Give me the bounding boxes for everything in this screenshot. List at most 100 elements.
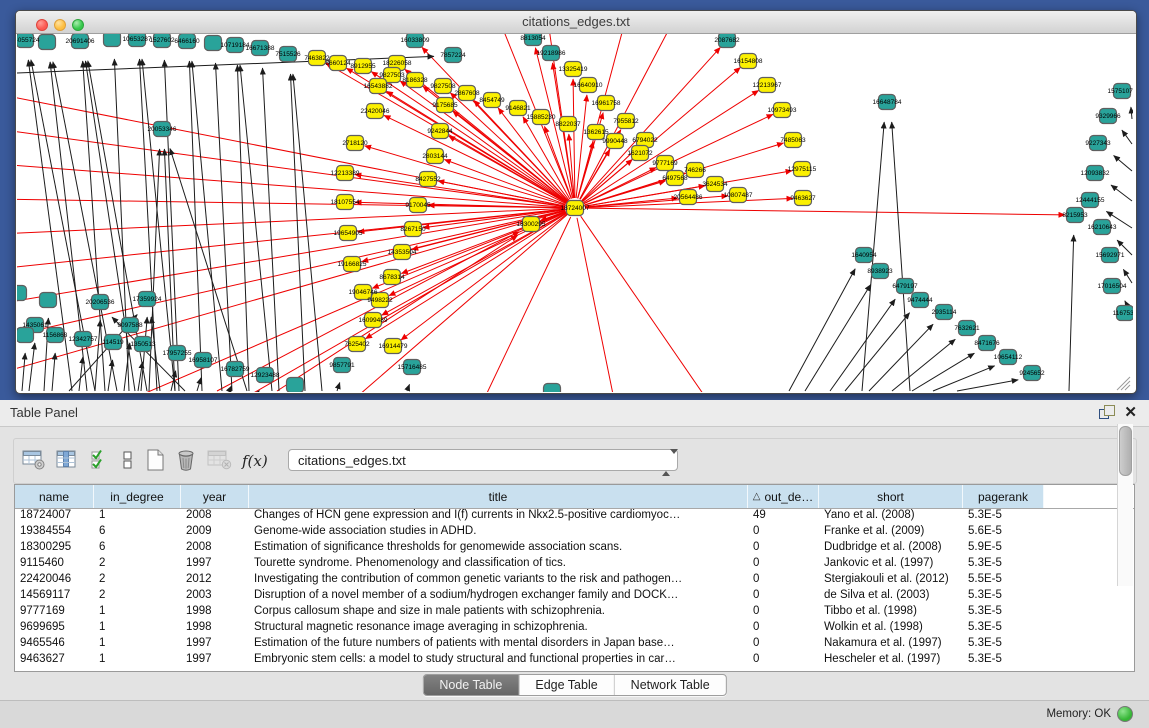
graph-node[interactable] xyxy=(17,328,34,343)
graph-node-label: 6466160 xyxy=(174,38,200,45)
table-row[interactable]: 946362711997Embryonic stem cells: a mode… xyxy=(15,652,1134,668)
new-file-icon[interactable] xyxy=(144,449,168,478)
cell-short: de Silva et al. (2003) xyxy=(819,588,963,604)
column-header-out_de[interactable]: △ out_de… xyxy=(748,485,819,508)
column-header-name[interactable]: name xyxy=(15,485,94,508)
graph-node-label: 16543882 xyxy=(364,83,393,90)
cell-year: 1997 xyxy=(181,556,249,572)
cell-pagerank: 5.5E-5 xyxy=(963,572,1044,588)
memory-status[interactable]: Memory: OK xyxy=(1046,706,1133,722)
table-select-dropdown[interactable]: citations_edges.txt xyxy=(288,449,678,471)
window-titlebar[interactable]: citations_edges.txt xyxy=(16,11,1136,34)
scrollbar-thumb[interactable] xyxy=(1119,426,1132,476)
dropdown-arrows-icon xyxy=(662,454,671,468)
table-options-icon[interactable] xyxy=(22,449,46,476)
graph-node[interactable] xyxy=(205,36,222,51)
graph-node[interactable] xyxy=(40,293,57,308)
cell-year: 1997 xyxy=(181,652,249,668)
network-window: citations_edges.txt 24055724206914061065… xyxy=(15,10,1137,394)
cell-out_degree: 0 xyxy=(748,620,819,636)
column-header-year[interactable]: year xyxy=(181,485,249,508)
column-header-label: pagerank xyxy=(978,490,1028,504)
table-header-row: namein_degreeyear title △ out_de… short pager… xyxy=(15,485,1134,509)
cell-short: Nakamura et al. (1997) xyxy=(819,636,963,652)
cell-short: Tibbo et al. (1998) xyxy=(819,604,963,620)
table-row[interactable]: 1938455462009Genome-wide association stu… xyxy=(15,524,1134,540)
column-header-label: short xyxy=(877,490,904,504)
graph-node-label: 19046746 xyxy=(349,289,378,296)
cell-pagerank: 5.3E-5 xyxy=(963,620,1044,636)
cell-year: 2003 xyxy=(181,588,249,604)
graph-node-label: 1167533 xyxy=(1113,310,1133,317)
table-row[interactable]: 969969511998Structural magnetic resonanc… xyxy=(15,620,1134,636)
cell-out_degree: 0 xyxy=(748,556,819,572)
column-header-label: title xyxy=(489,490,508,504)
network-canvas[interactable]: 2405572420691406106532871527602646616010… xyxy=(17,34,1133,392)
column-header-in_degree[interactable]: in_degree xyxy=(94,485,181,508)
graph-node-label: 13325419 xyxy=(559,66,588,73)
cell-out_degree: 0 xyxy=(748,636,819,652)
graph-node[interactable] xyxy=(544,384,561,393)
graph-node-label: 16648784 xyxy=(873,99,902,106)
graph-node-label: 8267150 xyxy=(400,226,426,233)
function-builder-icon[interactable]: f(x) xyxy=(242,452,268,471)
delete-icon[interactable] xyxy=(175,449,199,478)
network-graph: 2405572420691406106532871527602646616010… xyxy=(17,34,1133,392)
graph-node[interactable] xyxy=(287,378,304,393)
table-row[interactable]: 977716911998Corpus callosum shape and si… xyxy=(15,604,1134,620)
graph-node-label: 20564486 xyxy=(674,194,703,201)
graph-node[interactable] xyxy=(104,34,121,47)
graph-node-label: 7955812 xyxy=(613,118,639,125)
tab-network-table[interactable]: Network Table xyxy=(614,675,726,695)
cell-short: Hescheler et al. (1997) xyxy=(819,652,963,668)
graph-node-label: 8938923 xyxy=(867,268,893,275)
table-row[interactable]: 2242004622012Investigating the contribut… xyxy=(15,572,1134,588)
row-height-icon[interactable] xyxy=(122,451,134,476)
graph-node[interactable] xyxy=(17,286,27,301)
cell-out_degree: 0 xyxy=(748,524,819,540)
column-header-label: out_de… xyxy=(765,490,814,504)
graph-node-label: 16958107 xyxy=(189,357,218,364)
select-rows-icon[interactable] xyxy=(90,449,110,476)
clear-table-icon[interactable] xyxy=(207,449,233,476)
cell-title: Investigating the contribution of common… xyxy=(249,572,748,588)
tab-node-table[interactable]: Node Table xyxy=(423,675,518,695)
column-header-pagerank[interactable]: pagerank xyxy=(963,485,1044,508)
cell-title: Disruption of a novel member of a sodium… xyxy=(249,588,748,604)
status-bar: Memory: OK xyxy=(0,700,1149,728)
graph-node-label: 24055724 xyxy=(17,37,40,44)
graph-node-label: 6479197 xyxy=(892,283,918,290)
show-columns-icon[interactable] xyxy=(56,449,78,476)
vertical-scrollbar[interactable] xyxy=(1117,424,1133,586)
table-row[interactable]: 1830029562008Estimation of significance … xyxy=(15,540,1134,556)
table-row[interactable]: 911546021997Tourette syndrome. Phenomeno… xyxy=(15,556,1134,572)
graph-node-label: 9227343 xyxy=(1085,140,1111,147)
sort-ascending-icon: △ xyxy=(753,491,761,502)
cell-in_degree: 1 xyxy=(94,604,181,620)
table-panel-titlebar: Table Panel ✕ xyxy=(0,400,1149,427)
graph-node-label: 10653287 xyxy=(123,36,152,43)
graph-node[interactable] xyxy=(39,35,56,50)
cell-out_degree: 0 xyxy=(748,572,819,588)
cell-in_degree: 1 xyxy=(94,508,181,524)
window-resize-grip-icon[interactable] xyxy=(1117,377,1130,390)
float-window-icon[interactable] xyxy=(1099,405,1115,419)
cell-year: 1997 xyxy=(181,636,249,652)
cell-pagerank: 5.3E-5 xyxy=(963,604,1044,620)
graph-node-label: 16210643 xyxy=(1088,224,1117,231)
graph-node-label: 3624534 xyxy=(702,181,728,188)
table-panel: Table Panel ✕ xyxy=(0,400,1149,727)
tab-edge-table[interactable]: Edge Table xyxy=(518,675,613,695)
table-tabs-bar: Node TableEdge TableNetwork Table xyxy=(0,672,1149,700)
cell-name: 9465546 xyxy=(15,636,94,652)
cell-name: 9115460 xyxy=(15,556,94,572)
cell-short: Wolkin et al. (1998) xyxy=(819,620,963,636)
table-row[interactable]: 946554611997Estimation of the future num… xyxy=(15,636,1134,652)
graph-node-label: 16099489 xyxy=(359,317,388,324)
table-row[interactable]: 1456911722003Disruption of a novel membe… xyxy=(15,588,1134,604)
column-header-short[interactable]: short xyxy=(819,485,963,508)
table-row[interactable]: 1872400712008Changes of HCN gene express… xyxy=(15,508,1134,524)
close-panel-icon[interactable]: ✕ xyxy=(1124,403,1137,421)
column-header-title[interactable]: title xyxy=(249,485,748,508)
graph-node-label: 20206536 xyxy=(86,299,115,306)
